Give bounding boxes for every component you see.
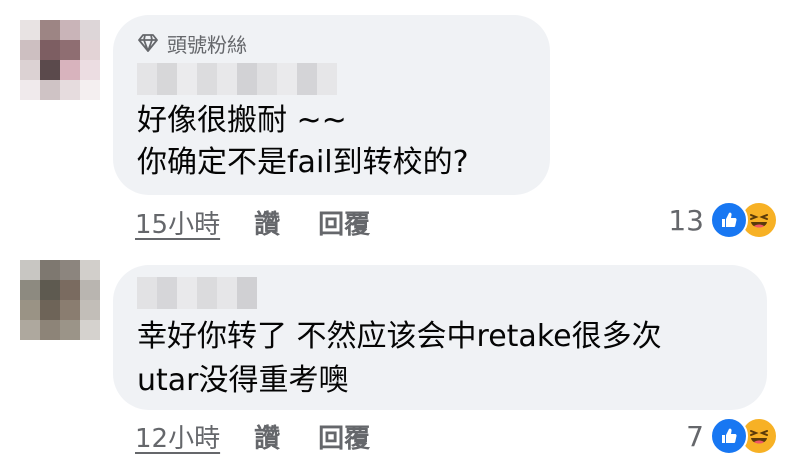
like-button[interactable]: 讚 <box>254 418 280 455</box>
comment-text-line: utar没得重考噢 <box>137 363 349 398</box>
reply-button[interactable]: 回覆 <box>318 418 370 455</box>
like-button[interactable]: 讚 <box>254 204 280 241</box>
like-reaction-icon <box>710 417 748 455</box>
badge-label: 頭號粉絲 <box>167 32 247 57</box>
comment-text-line: 幸好你转了 不然应该会中retake很多次 <box>137 319 662 354</box>
avatar[interactable] <box>20 260 100 340</box>
comment-actions: 15小時 讚 回覆 <box>135 204 370 240</box>
comment-actions: 12小時 讚 回覆 <box>135 418 370 454</box>
comment: 頭號粉絲 好像很搬耐 ~~ 你确定不是fail到转校的? 15小時 讚 回覆 1… <box>0 0 800 250</box>
reaction-count: 13 <box>668 203 704 237</box>
timestamp-link[interactable]: 15小時 <box>135 204 220 241</box>
author-name[interactable] <box>137 277 257 309</box>
top-fan-badge[interactable]: 頭號粉絲 <box>137 31 247 57</box>
avatar[interactable] <box>20 20 100 100</box>
author-name[interactable] <box>137 63 337 95</box>
reaction-summary[interactable]: 13 <box>668 200 778 240</box>
timestamp-link[interactable]: 12小時 <box>135 418 220 455</box>
reaction-count: 7 <box>686 419 704 453</box>
reaction-summary[interactable]: 7 <box>686 416 778 456</box>
reply-button[interactable]: 回覆 <box>318 204 370 241</box>
like-reaction-icon <box>710 201 748 239</box>
comment-bubble: 幸好你转了 不然应该会中retake很多次 utar没得重考噢 <box>113 265 767 410</box>
comment-text-line: 你确定不是fail到转校的? <box>137 145 469 180</box>
comment-bubble: 頭號粉絲 好像很搬耐 ~~ 你确定不是fail到转校的? <box>113 15 550 195</box>
comment-text-line: 好像很搬耐 ~~ <box>137 103 347 138</box>
comment: 幸好你转了 不然应该会中retake很多次 utar没得重考噢 12小時 讚 回… <box>0 250 800 463</box>
diamond-icon <box>137 33 159 53</box>
